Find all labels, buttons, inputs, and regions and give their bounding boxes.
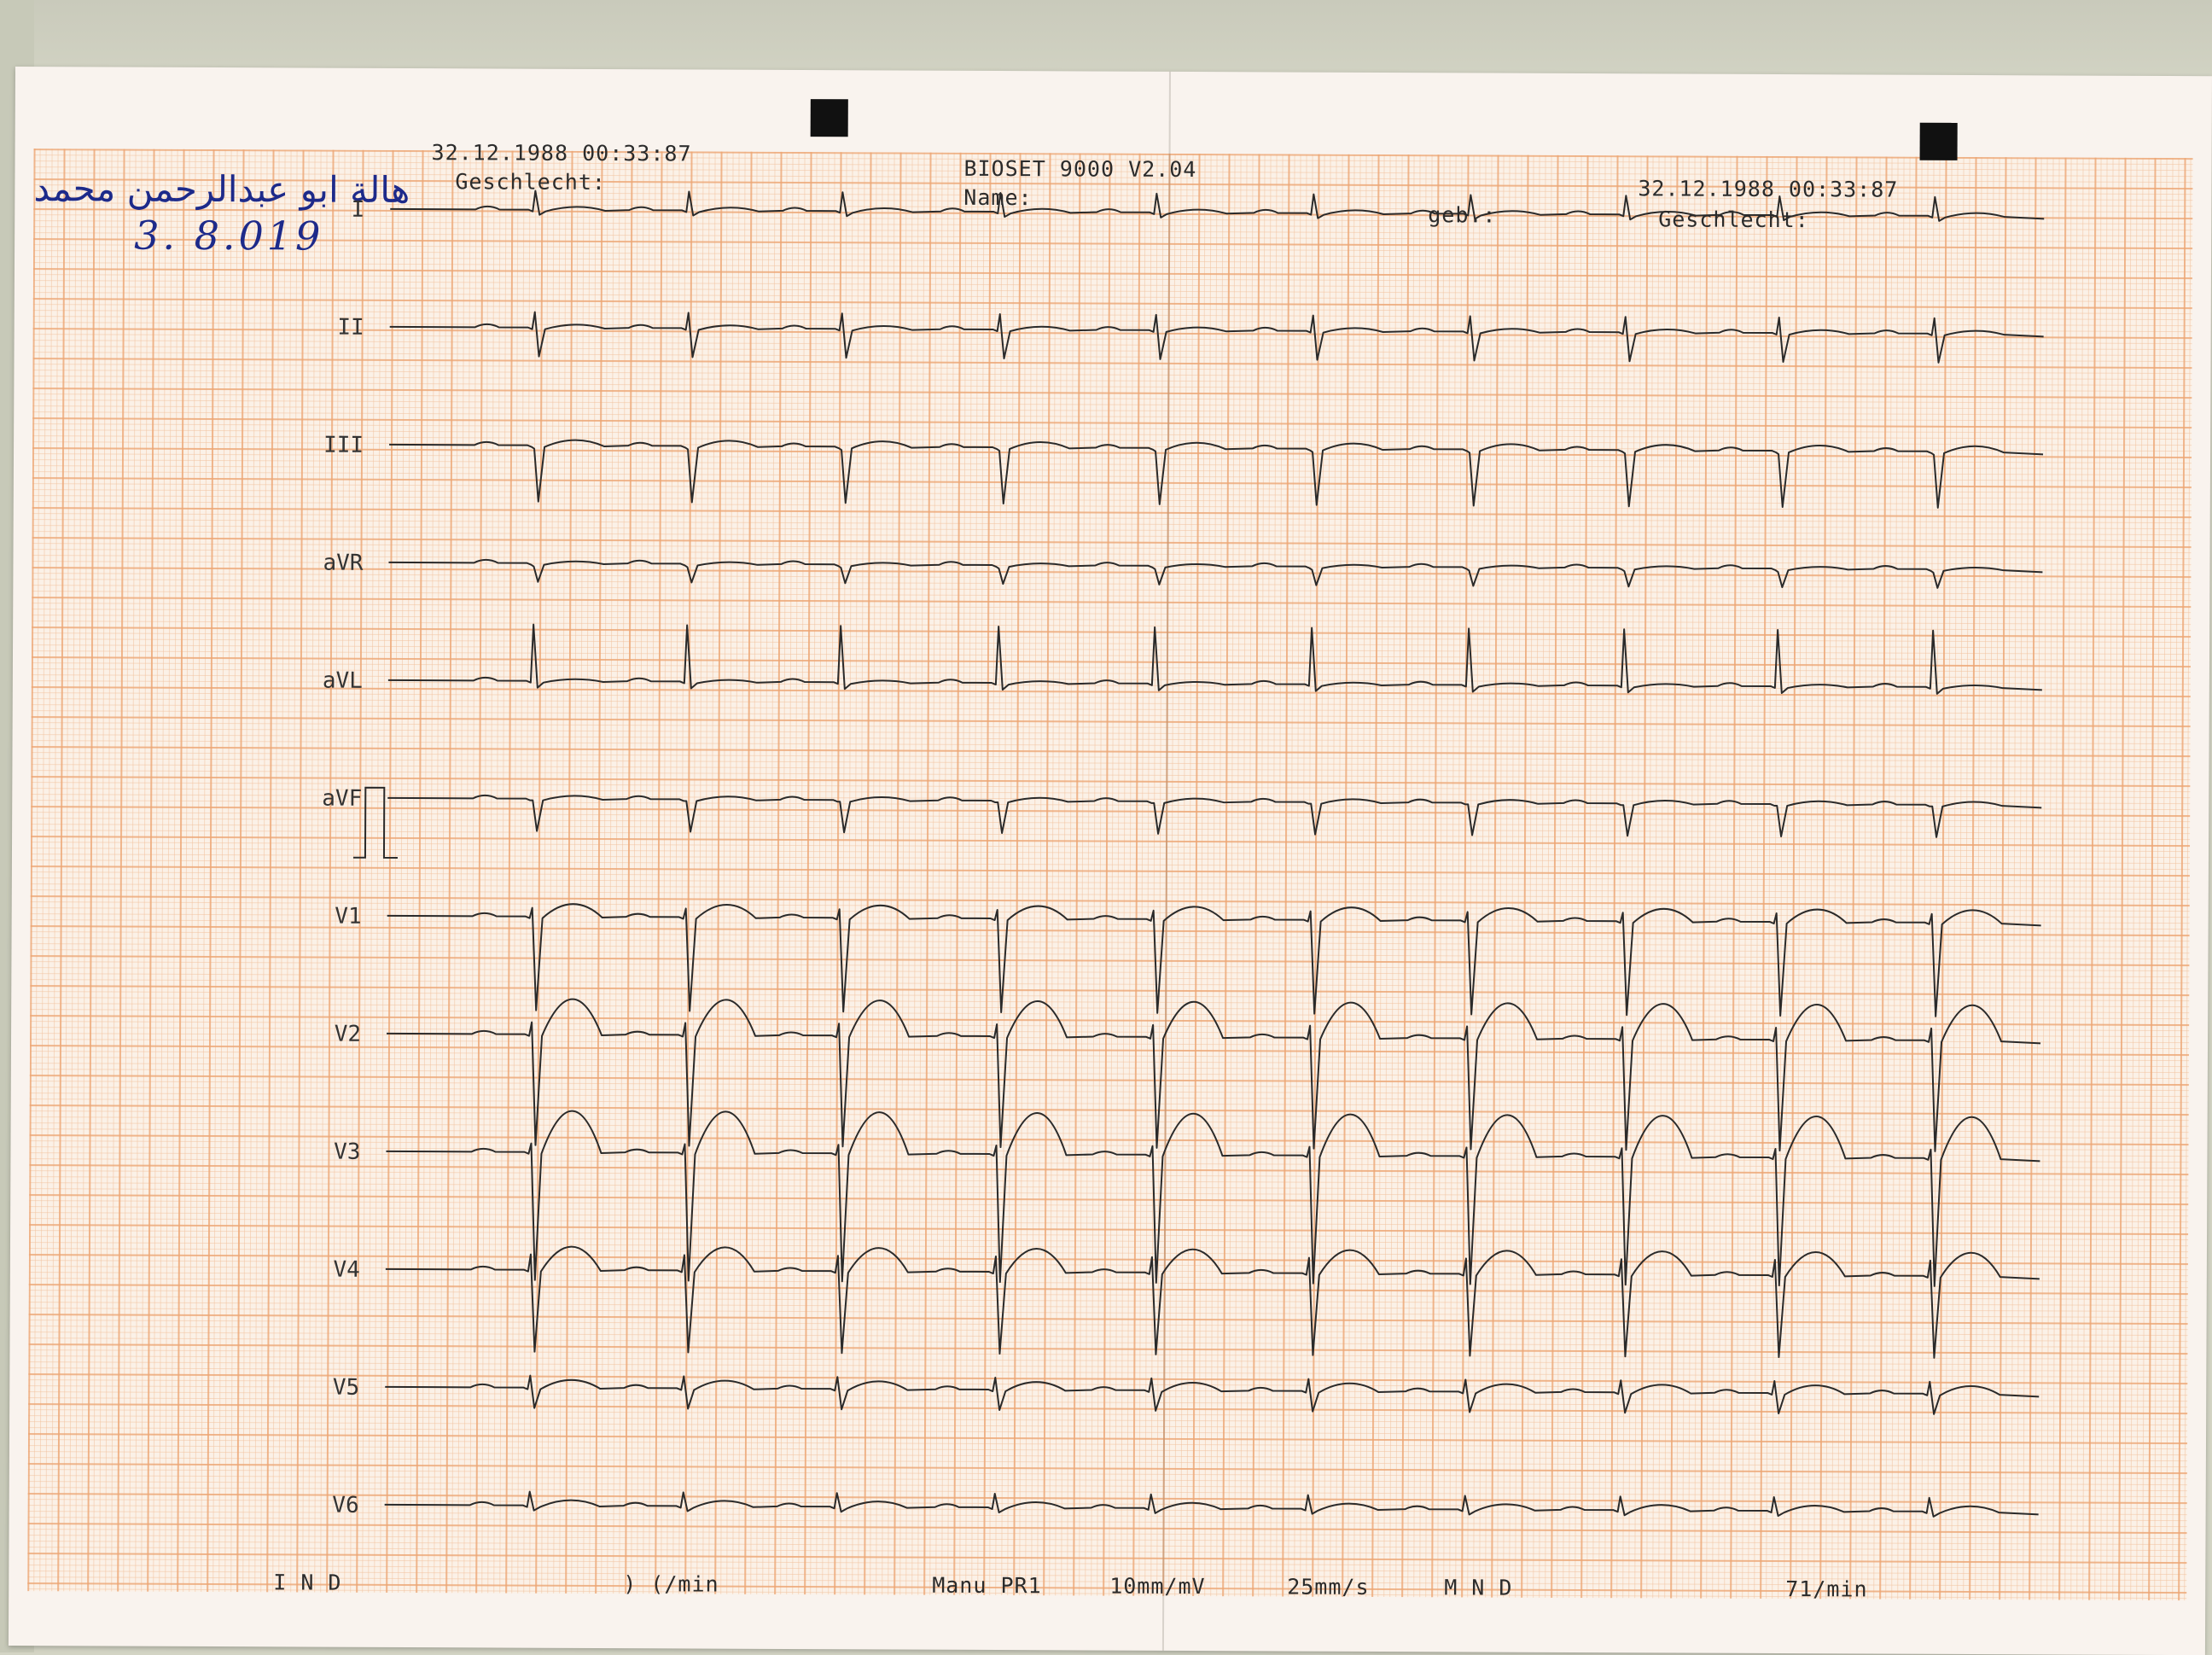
trace-ii: [389, 311, 2044, 364]
trace-avl: [387, 623, 2042, 695]
footer-mode: Manu PR1: [932, 1572, 1042, 1599]
trace-avr: [388, 558, 2043, 589]
trace-v6: [384, 1490, 2039, 1518]
trace-v5: [385, 1374, 2040, 1415]
trace-i: [390, 189, 2045, 222]
ecg-traces: [352, 189, 2045, 1518]
footer-filter-mid: M N D: [1444, 1575, 1513, 1600]
footer-speed: 25mm/s: [1287, 1574, 1370, 1600]
trace-iii: [389, 439, 2044, 509]
footer-filter-left: I N D: [273, 1570, 342, 1595]
trace-v4: [385, 1245, 2040, 1359]
footer-rate-right: 71/min: [1785, 1576, 1868, 1602]
trace-v1: [387, 903, 2041, 1017]
trace-v2: [387, 998, 2041, 1152]
footer-sensitivity: 10mm/mV: [1109, 1573, 1206, 1600]
trace-avf: [387, 794, 2042, 838]
footer-rate-left: ) (/min: [623, 1571, 719, 1597]
ecg-paper: هالة ابو عبدالرحمن محمد 3. 8.019 32.12.1…: [8, 67, 2212, 1655]
